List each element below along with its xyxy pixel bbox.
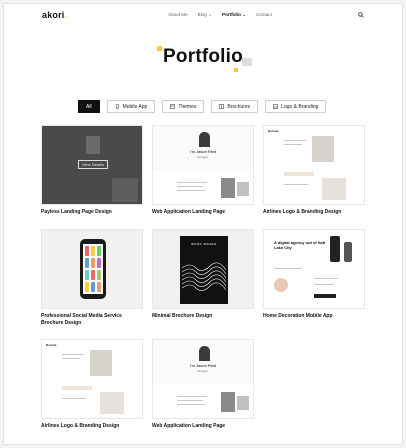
book-icon: [219, 104, 225, 109]
item-caption: Professional Social Media Service Brochu…: [41, 313, 122, 326]
image-icon: [273, 104, 279, 109]
portfolio-item[interactable]: Professional Social Media Service Brochu…: [41, 229, 143, 326]
phone-icon: [115, 104, 119, 109]
portfolio-thumb[interactable]: I'm Jason Reid Designer: [152, 339, 254, 419]
item-caption: Home Decoration Mobile App: [263, 313, 333, 319]
wave-lines: [182, 262, 226, 291]
portfolio-item[interactable]: View Details Payless Landing Page Design: [41, 125, 143, 216]
item-caption: Airlines Logo & Branding Design: [263, 209, 342, 215]
item-caption: Web Application Landing Page: [152, 423, 226, 429]
decor-square-yellow-small: [234, 68, 238, 72]
nav-blog[interactable]: Blog ⌄: [198, 12, 212, 18]
portfolio-thumb[interactable]: A digital agency out of Salt Lake City: [263, 229, 365, 309]
portfolio-item[interactable]: BOOK WAVES Minimal Brochure Design: [152, 229, 254, 320]
filter-bar: All Mobile App Themes Brochures Logo & B…: [78, 100, 327, 113]
portfolio-item[interactable]: I'm Jason Reid Designer Web Application …: [152, 125, 254, 216]
filter-all[interactable]: All: [78, 100, 100, 113]
nav-contact[interactable]: Contact: [256, 12, 272, 18]
filter-brochures[interactable]: Brochures: [211, 100, 259, 113]
portfolio-item[interactable]: I'm Jason Reid Designer Web Application …: [152, 339, 254, 430]
portfolio-thumb[interactable]: I'm Jason Reid Designer: [152, 125, 254, 205]
portfolio-item[interactable]: Dorisiq Airlines Logo & Branding Design: [263, 125, 365, 216]
filter-themes[interactable]: Themes: [162, 100, 205, 113]
site-header: akori. About Me Blog ⌄ Portfolio ⌄ Conta…: [4, 4, 402, 28]
filter-logo-branding[interactable]: Logo & Branding: [265, 100, 327, 113]
page-frame: akori. About Me Blog ⌄ Portfolio ⌄ Conta…: [3, 3, 403, 445]
view-details-button[interactable]: View Details: [78, 160, 108, 169]
nav-portfolio[interactable]: Portfolio ⌄: [222, 12, 246, 18]
nav-about[interactable]: About Me: [168, 12, 188, 18]
portfolio-item[interactable]: Dorisiq Airlines Logo & Branding Design: [41, 339, 143, 430]
portfolio-thumb[interactable]: BOOK WAVES: [152, 229, 254, 309]
logo[interactable]: akori.: [42, 10, 67, 20]
portfolio-thumb[interactable]: Dorisiq: [263, 125, 365, 205]
portfolio-item[interactable]: A digital agency out of Salt Lake City H…: [263, 229, 365, 320]
grid-icon: [170, 104, 176, 109]
title-area: Portfolio: [4, 42, 402, 76]
item-caption: Airlines Logo & Branding Design: [41, 423, 120, 429]
item-caption: Minimal Brochure Design: [152, 313, 213, 319]
portfolio-thumb[interactable]: Dorisiq: [41, 339, 143, 419]
search-icon[interactable]: [358, 12, 364, 18]
item-caption: Payless Landing Page Design: [41, 209, 112, 215]
filter-mobile-app[interactable]: Mobile App: [106, 100, 156, 113]
item-caption: Web Application Landing Page: [152, 209, 226, 215]
portfolio-thumb[interactable]: [41, 229, 143, 309]
page-title: Portfolio: [163, 46, 243, 67]
portfolio-thumb[interactable]: View Details: [41, 125, 143, 205]
main-nav: About Me Blog ⌄ Portfolio ⌄ Contact: [168, 12, 272, 18]
